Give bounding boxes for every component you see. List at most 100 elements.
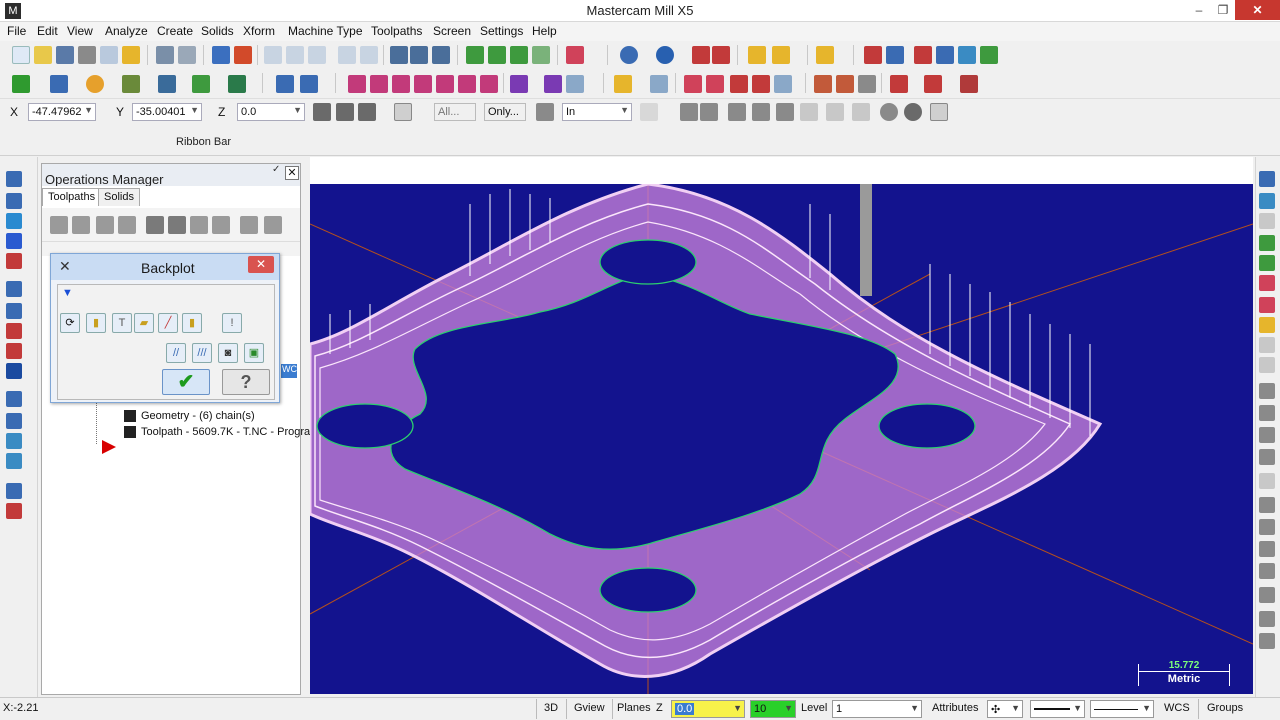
view-dynamic-icon[interactable]	[1259, 297, 1275, 313]
table-icon[interactable]	[706, 75, 724, 93]
join-icon[interactable]	[392, 75, 410, 93]
view-normal-icon[interactable]	[1259, 255, 1275, 271]
help-icon[interactable]	[394, 103, 412, 121]
ops-help-icon[interactable]	[264, 216, 282, 234]
shading-icon[interactable]	[566, 46, 584, 64]
analyze-icon[interactable]	[772, 46, 790, 64]
screen-clear-icon[interactable]	[390, 46, 408, 64]
chain-side-icon[interactable]	[1259, 337, 1275, 353]
menu-solids[interactable]: Solids	[201, 24, 234, 38]
chevron-down-icon[interactable]: ▼	[1011, 703, 1020, 713]
chevron-down-icon[interactable]: ▼	[1142, 703, 1151, 713]
display-tool-icon[interactable]: ▮	[86, 313, 106, 333]
snap-icon[interactable]	[336, 103, 354, 121]
selection-mode-icon[interactable]	[536, 103, 554, 121]
blank-side-icon[interactable]	[1259, 405, 1275, 421]
lock-icon[interactable]	[240, 216, 258, 234]
backplot-help-button[interactable]: ?	[222, 369, 270, 395]
pocket-icon[interactable]	[752, 75, 770, 93]
display-rapid-icon[interactable]: ▰	[134, 313, 154, 333]
select-only-button[interactable]: Only...	[484, 103, 526, 121]
attributes-button[interactable]: Attributes	[932, 702, 978, 714]
analyze-angle-icon[interactable]	[650, 75, 668, 93]
regenerate-icon[interactable]	[96, 216, 114, 234]
arc-icon[interactable]	[86, 75, 104, 93]
zoom-in-icon[interactable]	[308, 46, 326, 64]
pin-icon[interactable]: ✓	[272, 164, 280, 175]
verify-icon[interactable]	[814, 75, 832, 93]
measure-icon[interactable]	[748, 46, 766, 64]
measure-side-icon[interactable]	[1259, 317, 1275, 333]
save-geometry-icon[interactable]: ▣	[244, 343, 264, 363]
verify-ops-icon[interactable]	[146, 216, 164, 234]
insert-arrow-icon[interactable]	[102, 440, 116, 454]
layout-icon[interactable]	[886, 46, 904, 64]
xform-mirror-icon[interactable]	[276, 75, 294, 93]
material-icon[interactable]	[924, 75, 942, 93]
view-rotate-icon[interactable]	[1259, 275, 1275, 291]
chevron-down-icon[interactable]: ▼	[620, 105, 629, 115]
chevron-down-icon[interactable]: ▼	[733, 703, 742, 713]
trim-side-icon[interactable]	[1259, 473, 1275, 489]
line-style-select[interactable]: ▼	[1030, 700, 1085, 718]
hatch-icon[interactable]	[566, 75, 584, 93]
planes-button[interactable]: Planes	[617, 702, 651, 714]
post-icon[interactable]	[858, 75, 876, 93]
autocursor-icon[interactable]	[358, 103, 376, 121]
camera-icon[interactable]: ◙	[218, 343, 238, 363]
fast-point-icon[interactable]	[313, 103, 331, 121]
line-icon[interactable]	[50, 75, 68, 93]
view-side-icon[interactable]	[1259, 213, 1275, 229]
xform-move-icon[interactable]	[300, 75, 318, 93]
z-coordinate-field[interactable]: 0.0 ▼	[237, 103, 305, 121]
lathe-icon[interactable]	[1259, 563, 1275, 579]
point-icon[interactable]	[12, 75, 30, 93]
surface-tools-icon[interactable]	[6, 281, 22, 297]
menu-toolpaths[interactable]: Toolpaths	[371, 24, 422, 38]
print-icon[interactable]	[78, 46, 96, 64]
backplot-ops-icon[interactable]	[168, 216, 186, 234]
chevron-down-icon[interactable]: ▼	[190, 105, 199, 115]
units-select[interactable]: In ▼	[562, 103, 632, 121]
solid-view-front-icon[interactable]	[488, 46, 506, 64]
refresh-icon[interactable]: ⟳	[60, 313, 80, 333]
trim-icon[interactable]	[348, 75, 366, 93]
menu-help[interactable]: Help	[532, 24, 557, 38]
view-front-icon[interactable]	[1259, 193, 1275, 209]
chevron-down-icon[interactable]: ▼	[293, 105, 302, 115]
select-edge-icon[interactable]	[776, 103, 794, 121]
fillet-icon[interactable]	[122, 75, 140, 93]
display-holder-icon[interactable]: T	[112, 313, 132, 333]
menu-machine-type[interactable]: Machine Type	[288, 24, 363, 38]
solid-view-top-icon[interactable]	[466, 46, 484, 64]
menu-file[interactable]: File	[7, 24, 26, 38]
select-face-icon[interactable]	[752, 103, 770, 121]
export-icon[interactable]	[980, 46, 998, 64]
no-select-icon[interactable]	[880, 103, 898, 121]
solid-body-icon[interactable]	[6, 253, 22, 269]
result-icon[interactable]	[1259, 449, 1275, 465]
run-icon[interactable]: ///	[192, 343, 212, 363]
post-ops-icon[interactable]	[190, 216, 208, 234]
sweep-icon[interactable]	[6, 213, 22, 229]
sigma-icon[interactable]	[958, 46, 976, 64]
line-width-select[interactable]: ▼	[1090, 700, 1154, 718]
tree-toolpath[interactable]: Toolpath - 5609.7K - T.NC - Progra	[124, 426, 310, 439]
surface-icon[interactable]	[228, 75, 246, 93]
down-arrow-icon[interactable]	[6, 233, 22, 249]
rotate-icon[interactable]	[458, 75, 476, 93]
router-icon[interactable]	[1259, 611, 1275, 627]
quick-verify-icon[interactable]: ▮	[182, 313, 202, 333]
cursor-arrow-icon[interactable]	[640, 103, 658, 121]
design-icon[interactable]	[1259, 633, 1275, 649]
hide-entities-icon[interactable]	[410, 46, 428, 64]
expand-icon[interactable]: ▼	[62, 287, 76, 301]
fixture-icon[interactable]	[960, 75, 978, 93]
graphics-viewport[interactable]	[310, 184, 1253, 694]
group-icon[interactable]	[1259, 427, 1275, 443]
highfeed-icon[interactable]	[212, 216, 230, 234]
zoom-fit-icon[interactable]	[264, 46, 282, 64]
view-top-icon[interactable]	[1259, 171, 1275, 187]
tree-geometry[interactable]: Geometry - (6) chain(s)	[124, 410, 255, 423]
box-icon[interactable]	[6, 363, 22, 379]
